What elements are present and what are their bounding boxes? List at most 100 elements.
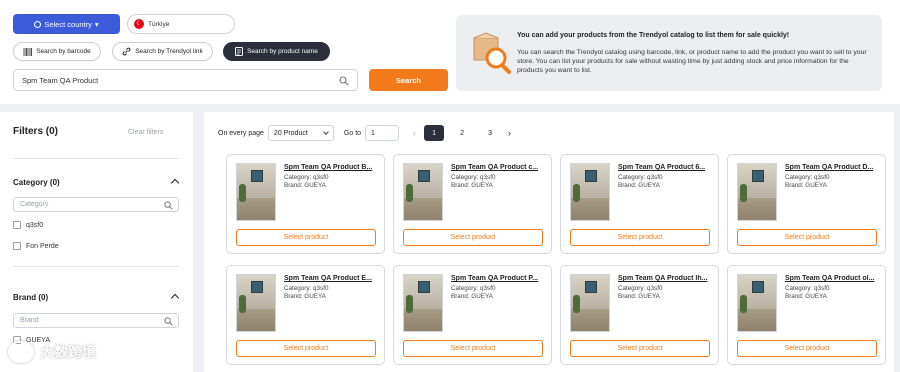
product-title[interactable]: Spm Team QA Product c... bbox=[451, 164, 546, 171]
product-card: Spm Team QA Product lh... Category: q3sf… bbox=[560, 265, 719, 365]
product-brand: Brand: GUEYA bbox=[451, 182, 493, 189]
product-title[interactable]: Spm Team QA Product lh... bbox=[618, 275, 713, 282]
product-image bbox=[737, 274, 777, 332]
checkbox[interactable] bbox=[13, 221, 21, 229]
per-page-value: 20 Product bbox=[273, 129, 308, 137]
select-product-button[interactable]: Select product bbox=[236, 229, 376, 246]
category-search-input[interactable]: Category bbox=[13, 197, 179, 212]
option-label: q3sf0 bbox=[26, 221, 44, 229]
select-product-button[interactable]: Select product bbox=[737, 229, 877, 246]
product-brand: Brand: GUEYA bbox=[618, 182, 660, 189]
search-icon bbox=[339, 76, 349, 86]
brand-search-input[interactable]: Brand bbox=[13, 313, 179, 328]
select-product-button[interactable]: Select product bbox=[403, 229, 543, 246]
product-brand: Brand: GUEYA bbox=[785, 182, 827, 189]
tab-label: Search by product name bbox=[247, 48, 318, 55]
product-image bbox=[570, 163, 610, 221]
watermark-text: 大数跨境 bbox=[40, 344, 96, 360]
product-title[interactable]: Spm Team QA Product B... bbox=[284, 164, 379, 171]
product-search-input[interactable]: Spm Team QA Product bbox=[13, 69, 358, 91]
clear-filters-link[interactable]: Clear filters bbox=[128, 129, 163, 136]
product-card: Spm Team QA Product D... Category: q3sf0… bbox=[727, 154, 886, 254]
option-label: Fon Perde bbox=[26, 242, 59, 250]
country-label: Türkiye bbox=[148, 20, 170, 28]
product-card: Spm Team QA Product E... Category: q3sf0… bbox=[226, 265, 385, 365]
filters-panel: Filters (0) Clear filters Category (0) C… bbox=[0, 112, 193, 372]
product-image bbox=[403, 163, 443, 221]
product-brand: Brand: GUEYA bbox=[785, 293, 827, 300]
product-category: Category: q3sf0 bbox=[785, 174, 830, 181]
search-button[interactable]: Search bbox=[369, 69, 448, 91]
checkbox[interactable] bbox=[13, 242, 21, 250]
select-product-button[interactable]: Select product bbox=[570, 340, 710, 357]
product-title[interactable]: Spm Team QA Product D... bbox=[785, 164, 880, 171]
chevron-down-icon: ▾ bbox=[94, 19, 99, 29]
page-button-1[interactable]: 1 bbox=[424, 125, 445, 141]
filters-title: Filters (0) bbox=[13, 126, 59, 137]
page-button-2[interactable]: 2 bbox=[452, 125, 472, 141]
select-product-button[interactable]: Select product bbox=[403, 340, 543, 357]
product-card: Spm Team QA Product B... Category: q3sf0… bbox=[226, 154, 385, 254]
tab-label: Search by Trendyol link bbox=[135, 48, 203, 55]
country-selector[interactable]: ☾ Türkiye bbox=[127, 14, 235, 34]
products-panel: On every page 20 Product Go to 1 ‹ 1 2 3… bbox=[204, 112, 894, 372]
goto-page-input[interactable]: 1 bbox=[365, 125, 400, 141]
select-country-button[interactable]: Select country ▾ bbox=[13, 14, 120, 34]
select-country-label: Select country bbox=[44, 19, 92, 29]
chevron-up-icon[interactable] bbox=[170, 178, 180, 188]
top-panel: Select country ▾ ☾ Türkiye Search by bar… bbox=[0, 0, 900, 104]
category-option[interactable]: Fon Perde bbox=[13, 242, 59, 250]
chevron-down-icon bbox=[323, 129, 329, 135]
catalog-search-icon bbox=[473, 32, 511, 74]
tab-search-by-barcode[interactable]: Search by barcode bbox=[13, 42, 101, 61]
search-value: Spm Team QA Product bbox=[22, 75, 99, 85]
product-category: Category: q3sf0 bbox=[284, 174, 329, 181]
next-page-icon[interactable]: › bbox=[508, 128, 511, 138]
product-category: Category: q3sf0 bbox=[618, 285, 663, 292]
product-card: Spm Team QA Product c... Category: q3sf0… bbox=[393, 154, 552, 254]
link-icon bbox=[122, 47, 131, 56]
previous-page-icon[interactable]: ‹ bbox=[413, 128, 416, 138]
info-title: You can add your products from the Trend… bbox=[517, 32, 790, 39]
turkey-flag-icon: ☾ bbox=[134, 19, 144, 29]
category-section-title: Category (0) bbox=[13, 178, 60, 187]
product-brand: Brand: GUEYA bbox=[284, 293, 326, 300]
watermark: 大数跨境 bbox=[8, 341, 96, 363]
product-brand: Brand: GUEYA bbox=[618, 293, 660, 300]
tab-label: Search by barcode bbox=[36, 48, 91, 55]
product-title[interactable]: Spm Team QA Product ol... bbox=[785, 275, 880, 282]
tab-search-by-product-name[interactable]: Search by product name bbox=[223, 42, 330, 61]
info-box: You can add your products from the Trend… bbox=[456, 15, 882, 91]
product-image bbox=[403, 274, 443, 332]
product-category: Category: q3sf0 bbox=[284, 285, 329, 292]
chevron-up-icon[interactable] bbox=[170, 293, 180, 303]
product-category: Category: q3sf0 bbox=[451, 285, 496, 292]
product-title[interactable]: Spm Team QA Product E... bbox=[284, 275, 379, 282]
search-icon bbox=[164, 201, 173, 210]
tab-search-by-link[interactable]: Search by Trendyol link bbox=[112, 42, 213, 61]
watermark-logo-icon bbox=[8, 341, 34, 363]
product-card: Spm Team QA Product ol... Category: q3sf… bbox=[727, 265, 886, 365]
product-brand: Brand: GUEYA bbox=[451, 293, 493, 300]
pagination-bar: On every page 20 Product Go to 1 ‹ 1 2 3… bbox=[218, 125, 511, 141]
select-product-button[interactable]: Select product bbox=[570, 229, 710, 246]
product-title[interactable]: Spm Team QA Product 6... bbox=[618, 164, 713, 171]
product-image bbox=[236, 163, 276, 221]
brand-placeholder: Brand bbox=[20, 317, 39, 324]
select-product-button[interactable]: Select product bbox=[236, 340, 376, 357]
product-category: Category: q3sf0 bbox=[618, 174, 663, 181]
product-brand: Brand: GUEYA bbox=[284, 182, 326, 189]
divider bbox=[13, 266, 179, 267]
search-icon bbox=[164, 317, 173, 326]
document-icon bbox=[235, 47, 244, 56]
select-product-button[interactable]: Select product bbox=[737, 340, 877, 357]
product-category: Category: q3sf0 bbox=[785, 285, 830, 292]
category-option[interactable]: q3sf0 bbox=[13, 221, 43, 229]
product-image bbox=[570, 274, 610, 332]
brand-section-title: Brand (0) bbox=[13, 293, 49, 302]
barcode-icon bbox=[23, 47, 33, 56]
page-button-3[interactable]: 3 bbox=[480, 125, 500, 141]
product-image bbox=[737, 163, 777, 221]
product-title[interactable]: Spm Team QA Product P... bbox=[451, 275, 546, 282]
per-page-select[interactable]: 20 Product bbox=[267, 125, 334, 141]
